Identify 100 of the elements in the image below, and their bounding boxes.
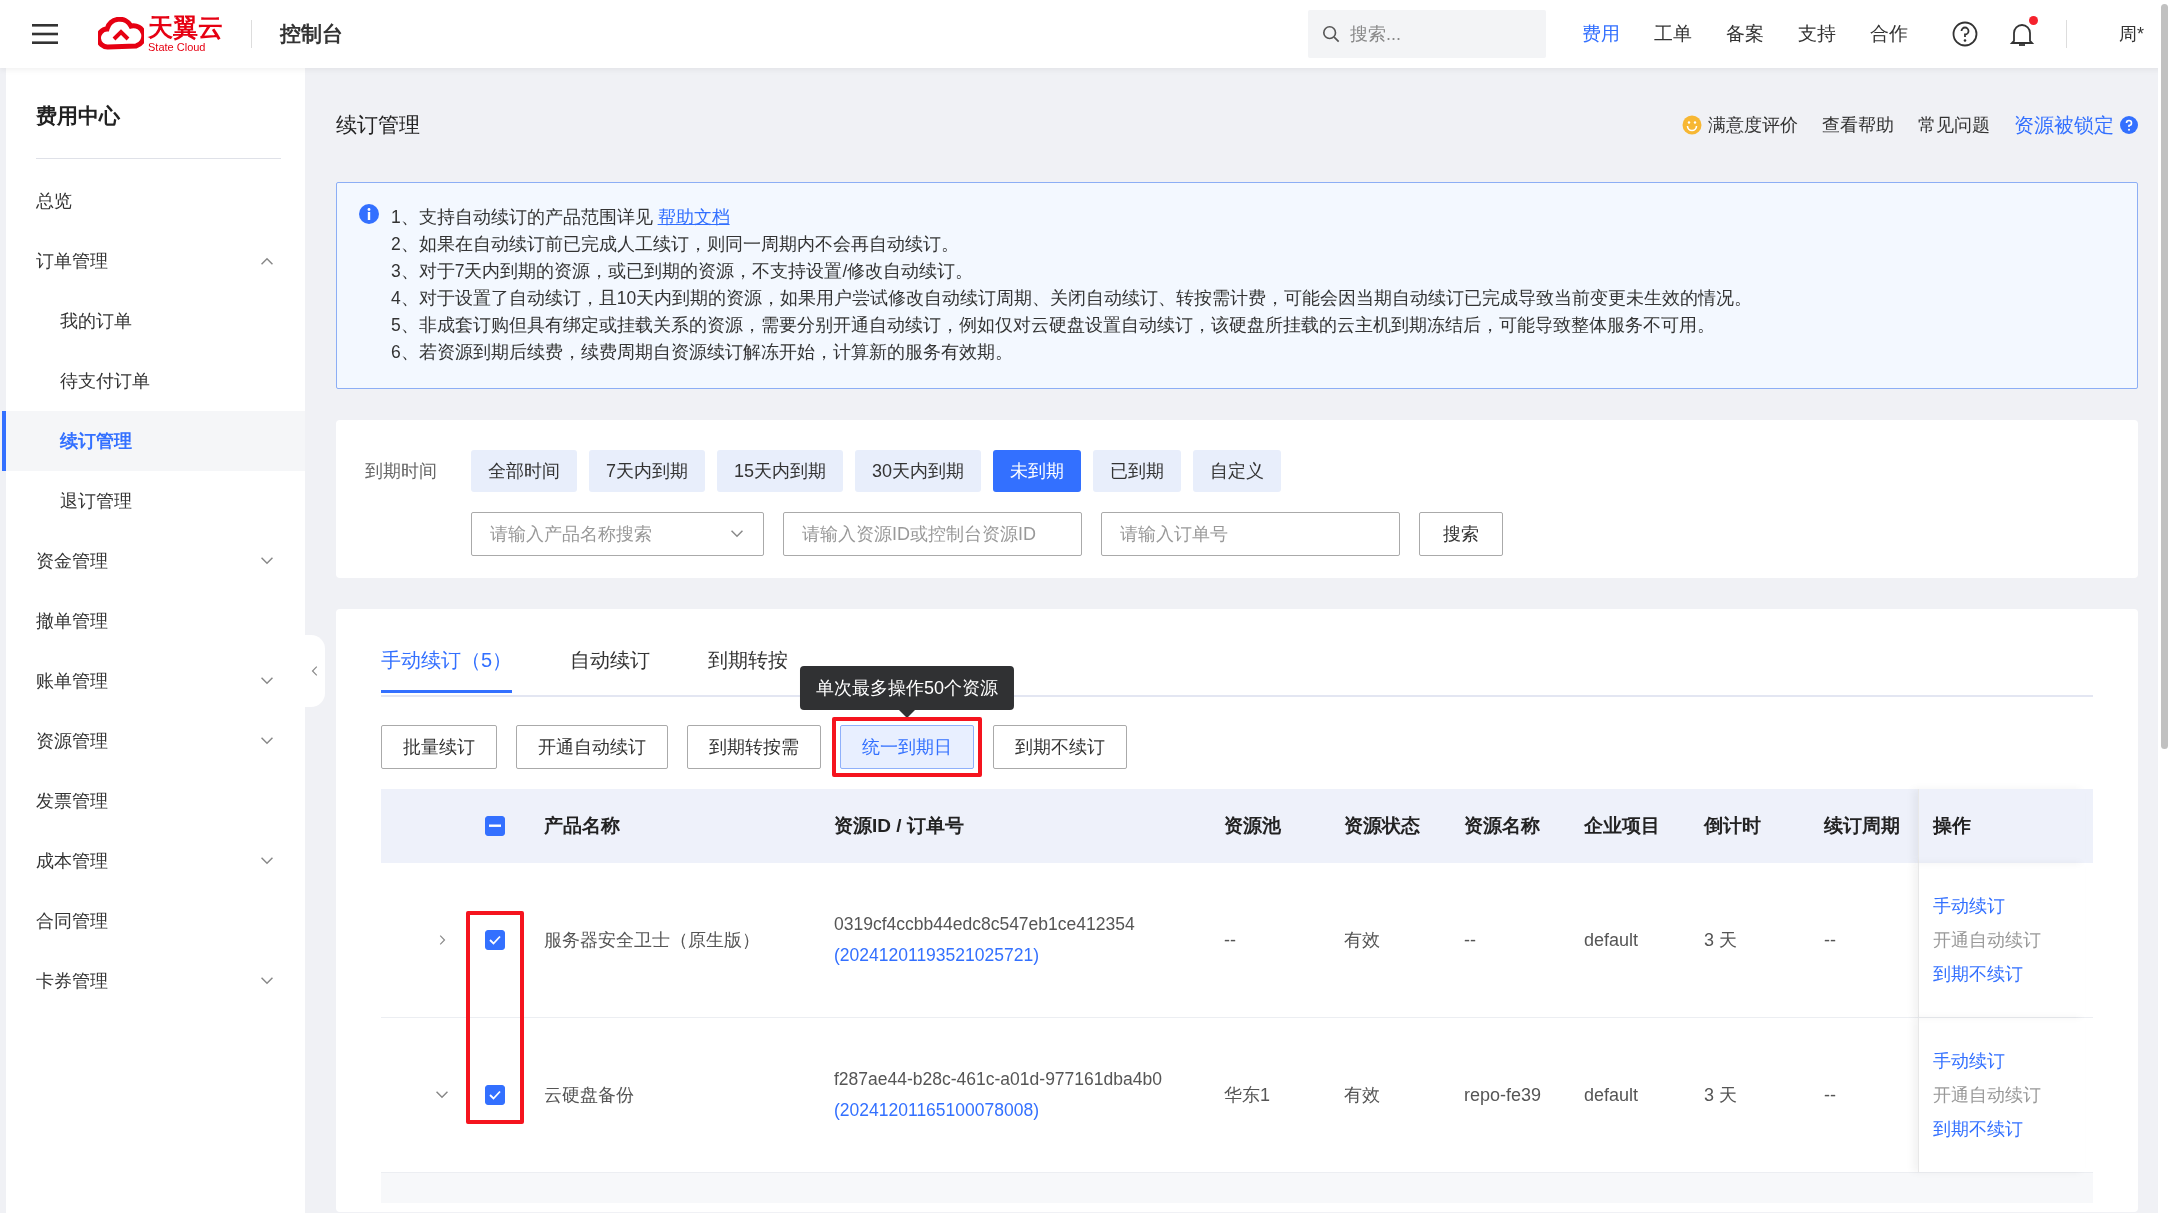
cloud-logo-icon bbox=[98, 17, 144, 51]
sidebar-item[interactable]: 待支付订单 bbox=[2, 351, 305, 411]
table-cell-text: 服务器安全卫士（原生版） bbox=[543, 929, 761, 952]
filter-chip[interactable]: 15天内到期 bbox=[717, 450, 844, 492]
order-number-field[interactable]: 请输入订单号 bbox=[1120, 513, 1381, 555]
nav-link[interactable]: 合作 bbox=[1870, 21, 1908, 47]
header-link[interactable]: 常见问题 bbox=[1918, 113, 1990, 137]
order-number-link[interactable]: (20241201165100078008) bbox=[834, 1100, 1039, 1121]
collapse-handle[interactable] bbox=[305, 635, 325, 707]
product-select-box[interactable]: 请输入产品名称搜索 bbox=[471, 512, 764, 556]
operation-link[interactable]: 到期不续订 bbox=[1933, 1117, 2023, 1141]
sidebar-item[interactable]: 合同管理 bbox=[2, 891, 305, 951]
column-header: 产品名称 bbox=[543, 814, 621, 838]
header-link[interactable]: 资源被锁定 bbox=[2014, 111, 2138, 139]
table-cell-text: -- bbox=[1463, 928, 1477, 952]
filter-chip[interactable]: 已到期 bbox=[1093, 450, 1182, 492]
column-header: 倒计时 bbox=[1702, 814, 1762, 838]
operation-link[interactable]: 手动续订 bbox=[1933, 894, 2005, 918]
operation-link[interactable]: 到期不续订 bbox=[1933, 962, 2023, 986]
action-button[interactable]: 到期转按需 bbox=[687, 725, 821, 769]
sidebar-item[interactable]: 我的订单 bbox=[2, 291, 305, 351]
sidebar-item[interactable]: 退订管理 bbox=[2, 471, 305, 531]
sidebar-item[interactable]: 撤单管理 bbox=[2, 591, 305, 651]
action-button[interactable]: 批量续订 bbox=[381, 725, 497, 769]
scrollbar-thumb[interactable] bbox=[2161, 4, 2168, 749]
table-cell-text: 有效 bbox=[1343, 1084, 1381, 1107]
sidebar-item[interactable]: 发票管理 bbox=[2, 771, 305, 831]
resource-id-field[interactable]: 请输入资源ID或控制台资源ID bbox=[802, 513, 1063, 555]
table-cell-text: 华东1 bbox=[1223, 1084, 1271, 1107]
table-cell-text: -- bbox=[1223, 928, 1237, 952]
tooltip: 单次最多操作50个资源 bbox=[800, 666, 1014, 710]
action-button[interactable]: 开通自动续订 bbox=[516, 725, 668, 769]
tab[interactable]: 手动续订（5） bbox=[381, 637, 513, 693]
minus-icon bbox=[489, 824, 501, 828]
column-header: 操作 bbox=[1918, 789, 2085, 863]
header-link[interactable]: 查看帮助 bbox=[1822, 113, 1894, 137]
sidebar-item[interactable]: 订单管理 bbox=[2, 231, 305, 291]
table-cell-text: repo-fe39 bbox=[1463, 1083, 1543, 1107]
column-header: 续订周期 bbox=[1823, 814, 1901, 838]
check-icon bbox=[489, 1090, 501, 1100]
nav-link[interactable]: 工单 bbox=[1654, 21, 1692, 47]
select-all-checkbox[interactable] bbox=[485, 816, 505, 836]
table-cell-text: 3 天 bbox=[1703, 1084, 1738, 1107]
sidebar-item[interactable]: 卡券管理 bbox=[2, 951, 305, 1011]
table-cell-text: 3 天 bbox=[1703, 929, 1738, 952]
nav-link[interactable]: 备案 bbox=[1726, 21, 1764, 47]
tab[interactable]: 到期转按 bbox=[708, 637, 789, 693]
header-link[interactable]: 满意度评价 bbox=[1682, 113, 1798, 137]
nav-link[interactable]: 费用 bbox=[1582, 21, 1620, 47]
table-cell-text: default bbox=[1583, 1083, 1640, 1107]
order-number-field-box[interactable]: 请输入订单号 bbox=[1101, 512, 1400, 556]
filter-chip[interactable]: 7天内到期 bbox=[589, 450, 705, 492]
info-icon bbox=[359, 204, 379, 224]
menu-icon[interactable] bbox=[32, 23, 58, 45]
nav-link[interactable]: 支持 bbox=[1798, 21, 1836, 47]
filter-chip[interactable]: 未到期 bbox=[993, 450, 1082, 492]
help-icon bbox=[2120, 116, 2138, 134]
help-icon[interactable] bbox=[1952, 21, 1978, 47]
table-cell-text: -- bbox=[1823, 928, 1837, 952]
resource-id-field-box[interactable]: 请输入资源ID或控制台资源ID bbox=[783, 512, 1082, 556]
column-header: 资源池 bbox=[1223, 814, 1282, 838]
order-number-link[interactable]: (20241201193521025721) bbox=[834, 945, 1039, 966]
action-button[interactable]: 统一到期日 bbox=[840, 725, 974, 769]
tooltip-arrow bbox=[899, 710, 915, 718]
notice-text: 2、如果在自动续订前已完成人工续订，则同一周期内不会再自动续订。 bbox=[391, 233, 960, 256]
logo-tagline: State Cloud bbox=[148, 42, 207, 53]
search-field[interactable]: 搜索... bbox=[1308, 10, 1546, 58]
chevron-down-icon bbox=[729, 529, 745, 539]
row-checkbox[interactable] bbox=[485, 1085, 505, 1105]
sidebar-item[interactable]: 成本管理 bbox=[2, 831, 305, 891]
row-checkbox[interactable] bbox=[485, 930, 505, 950]
tab[interactable]: 自动续订 bbox=[570, 637, 651, 693]
smiley-icon bbox=[1682, 115, 1702, 135]
filter-chip[interactable]: 自定义 bbox=[1193, 450, 1282, 492]
table-cell-text: 云硬盘备份 bbox=[543, 1084, 635, 1107]
sidebar-item[interactable]: 资金管理 bbox=[2, 531, 305, 591]
sidebar-item[interactable]: 续订管理 bbox=[2, 411, 305, 471]
check-icon bbox=[489, 935, 501, 945]
user-name[interactable]: 周* bbox=[2119, 22, 2144, 46]
search-button[interactable]: 搜索 bbox=[1419, 512, 1503, 556]
help-doc-link[interactable]: 帮助文档 bbox=[657, 207, 730, 227]
sidebar-item[interactable]: 账单管理 bbox=[2, 651, 305, 711]
product-select[interactable]: 请输入产品名称搜索 bbox=[490, 513, 729, 555]
filter-chip[interactable]: 30天内到期 bbox=[855, 450, 982, 492]
sidebar-item[interactable]: 资源管理 bbox=[2, 711, 305, 771]
action-button[interactable]: 到期不续订 bbox=[993, 725, 1127, 769]
filter-label: 到期时间 bbox=[365, 460, 438, 483]
resource-id: f287ae44-b28c-461c-a01d-977161dba4b0 bbox=[834, 1069, 1162, 1090]
column-header: 企业项目 bbox=[1583, 814, 1661, 838]
chevron-down-icon[interactable] bbox=[434, 1090, 450, 1100]
table-cell-text: 有效 bbox=[1343, 929, 1381, 952]
column-header: 资源ID / 订单号 bbox=[833, 814, 965, 838]
sidebar-item[interactable]: 总览 bbox=[2, 171, 305, 231]
resource-id: 0319cf4ccbb44edc8c547eb1ce412354 bbox=[834, 914, 1135, 935]
logo-name: 天翼云 bbox=[148, 15, 223, 40]
operation-link[interactable]: 手动续订 bbox=[1933, 1049, 2005, 1073]
notice-text: 4、对于设置了自动续订，且10天内到期的资源，如果用户尝试修改自动续订周期、关闭自动续订、转按需计费，可能会因当期自动续订已完成导致当前变更未生效的情况。 bbox=[391, 287, 1753, 310]
filter-chip[interactable]: 全部时间 bbox=[471, 450, 577, 492]
search-input[interactable]: 搜索... bbox=[1348, 22, 1532, 46]
sidebar-title: 费用中心 bbox=[35, 103, 121, 129]
